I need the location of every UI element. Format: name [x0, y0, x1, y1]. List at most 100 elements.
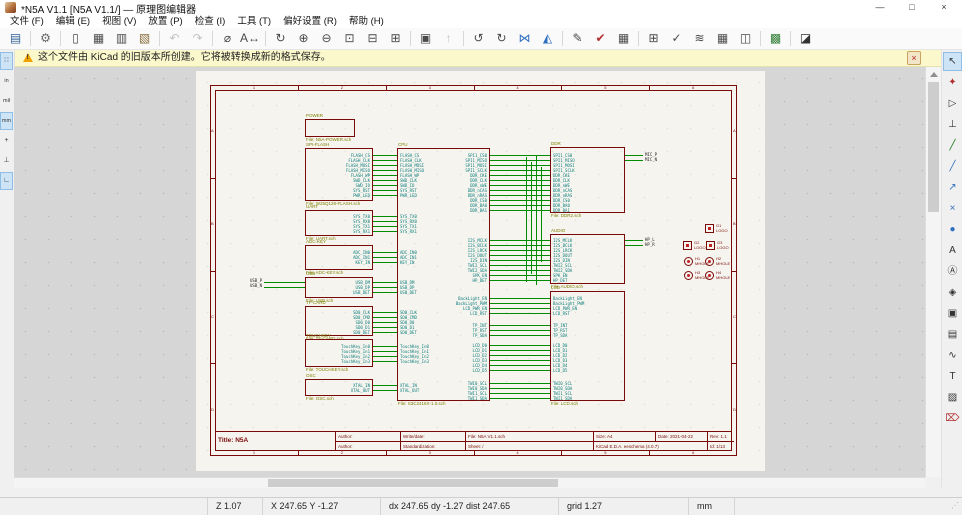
- redo-button[interactable]: ↷: [187, 29, 208, 48]
- hierarchical-sheet-button[interactable]: ▣: [943, 304, 962, 323]
- ruler-tick: [561, 85, 562, 90]
- left-toolbar: ∷ in mil mm + ⊥ ∟: [0, 50, 15, 487]
- menu-preferences[interactable]: 偏好设置 (R): [277, 15, 343, 28]
- menu-tools[interactable]: 工具 (T): [231, 15, 277, 28]
- highlight-net-button[interactable]: ✦: [943, 73, 962, 92]
- save-button[interactable]: ▤: [5, 29, 26, 48]
- new-sheet-button[interactable]: ▯: [65, 29, 86, 48]
- place-power-port-button[interactable]: ⊥: [943, 115, 962, 134]
- status-bar: Z 1.07 X 247.65 Y -1.27 dx 247.65 dy -1.…: [0, 497, 962, 515]
- horizontal-scrollbar-thumb[interactable]: [268, 479, 558, 487]
- plot-button[interactable]: ▥: [111, 29, 132, 48]
- ruler-label: 4: [516, 86, 518, 90]
- hierarchical-label-button[interactable]: ◈: [943, 283, 962, 302]
- units-mm-button[interactable]: mm: [0, 112, 13, 130]
- menu-view[interactable]: 视图 (V): [96, 15, 142, 28]
- ruler-label: B: [211, 222, 214, 226]
- ruler-label: D: [211, 408, 214, 412]
- find-button[interactable]: ⌀: [217, 29, 238, 48]
- menu-place[interactable]: 放置 (P): [142, 15, 188, 28]
- print-button[interactable]: ▦: [88, 29, 109, 48]
- grid-visibility-button[interactable]: ∷: [0, 52, 13, 70]
- cursor-shape-button[interactable]: +: [0, 132, 13, 150]
- vertical-scrollbar[interactable]: [925, 67, 941, 477]
- horizontal-scrollbar[interactable]: [14, 477, 925, 488]
- bus-definitions-button[interactable]: ≋: [689, 29, 710, 48]
- edit-symbol-fields-button[interactable]: ▦: [613, 29, 634, 48]
- toolbar-separator: [265, 31, 266, 46]
- place-symbol-button[interactable]: ▷: [943, 94, 962, 113]
- status-grid: grid 1.27: [558, 498, 689, 515]
- net-label-button[interactable]: A: [943, 241, 962, 260]
- toolbar-separator: [410, 31, 411, 46]
- rotate-ccw-button[interactable]: ↺: [468, 29, 489, 48]
- draw-bus-button[interactable]: ╱: [943, 157, 962, 176]
- scroll-up-arrow-icon[interactable]: [930, 72, 938, 77]
- assign-footprints-button[interactable]: ◫: [735, 29, 756, 48]
- menu-edit[interactable]: 编辑 (E): [50, 15, 96, 28]
- units-mils-button[interactable]: mil: [0, 92, 13, 110]
- symbol-fields-table-button[interactable]: ⊞: [643, 29, 664, 48]
- menu-file[interactable]: 文件 (F): [4, 15, 50, 28]
- zoom-out-button[interactable]: ⊖: [316, 29, 337, 48]
- toolbar-separator: [212, 31, 213, 46]
- zoom-objects-button[interactable]: ⊞: [385, 29, 406, 48]
- zoom-in-button[interactable]: ⊕: [293, 29, 314, 48]
- units-inches-button[interactable]: in: [0, 72, 13, 90]
- ruler-tick: [474, 85, 475, 90]
- ruler-tick: [298, 451, 299, 456]
- page-settings-button[interactable]: ⚙: [35, 29, 56, 48]
- delete-tool-button[interactable]: ⌦: [943, 409, 962, 428]
- no-connect-flag-button[interactable]: ×: [943, 199, 962, 218]
- menu-inspect[interactable]: 检查 (I): [189, 15, 232, 28]
- global-label-button[interactable]: Ⓐ: [943, 262, 962, 281]
- mirror-horizontal-button[interactable]: ⋈: [514, 29, 535, 48]
- erc-button[interactable]: ✔: [590, 29, 611, 48]
- draw-lines-button[interactable]: ∿: [943, 346, 962, 365]
- mirror-vertical-button[interactable]: ◭: [537, 29, 558, 48]
- rotate-cw-button[interactable]: ↻: [491, 29, 512, 48]
- zoom-selection-button[interactable]: ⊟: [362, 29, 383, 48]
- hidden-pins-button[interactable]: ⊥: [0, 152, 13, 170]
- draw-wire-button[interactable]: ╱: [943, 136, 962, 155]
- ruler-label: 5: [604, 451, 606, 455]
- place-image-button[interactable]: ▨: [943, 388, 962, 407]
- menu-help[interactable]: 帮助 (H): [343, 15, 390, 28]
- infobar-close-button[interactable]: ×: [907, 51, 921, 65]
- select-button[interactable]: ↖: [943, 52, 962, 71]
- resize-grip[interactable]: ⋰: [951, 501, 959, 510]
- zoom-fit-button[interactable]: ⊡: [339, 29, 360, 48]
- undo-button[interactable]: ↶: [164, 29, 185, 48]
- menu-bar: 文件 (F)编辑 (E)视图 (V)放置 (P)检查 (I)工具 (T)偏好设置…: [0, 15, 962, 28]
- annotate-button[interactable]: ✎: [567, 29, 588, 48]
- toolbar-separator: [638, 31, 639, 46]
- paste-button[interactable]: ▧: [134, 29, 155, 48]
- import-sheet-pin-button[interactable]: ▤: [943, 325, 962, 344]
- minimize-button[interactable]: —: [864, 0, 896, 15]
- toolbar-separator: [463, 31, 464, 46]
- wire-to-bus-entry-button[interactable]: ↗: [943, 178, 962, 197]
- hv-wires-button[interactable]: ∟: [0, 172, 13, 190]
- warning-icon: !: [23, 53, 33, 62]
- close-button[interactable]: ×: [928, 0, 960, 15]
- ruler-tick: [732, 271, 737, 272]
- toolbar-separator: [159, 31, 160, 46]
- find-replace-button[interactable]: A↔B: [240, 29, 261, 48]
- grid-settings-button[interactable]: ▦: [712, 29, 733, 48]
- ruler-tick: [732, 363, 737, 364]
- refresh-view-button[interactable]: ↻: [270, 29, 291, 48]
- ruler-tick: [386, 451, 387, 456]
- schematic-canvas[interactable]: Title: N5A Author: Author: Write/date: S…: [14, 67, 925, 477]
- top-toolbar: ▤⚙▯▦▥▧↶↷⌀A↔B↻⊕⊖⊡⊟⊞▣↑↺↻⋈◭✎✔▦⊞✓≋▦◫▩◪: [0, 28, 962, 50]
- open-pcb-editor-button[interactable]: ▩: [765, 29, 786, 48]
- hierarchy-navigator-button[interactable]: ▣: [415, 29, 436, 48]
- ruler-tick: [732, 178, 737, 179]
- sheet-frame-inner: [215, 90, 732, 451]
- junction-button[interactable]: ●: [943, 220, 962, 239]
- leave-sheet-button[interactable]: ↑: [438, 29, 459, 48]
- place-text-button[interactable]: T: [943, 367, 962, 386]
- vertical-scrollbar-thumb[interactable]: [928, 82, 939, 212]
- check-annotate-button[interactable]: ✓: [666, 29, 687, 48]
- console-button[interactable]: ◪: [795, 29, 816, 48]
- maximize-button[interactable]: □: [896, 0, 928, 15]
